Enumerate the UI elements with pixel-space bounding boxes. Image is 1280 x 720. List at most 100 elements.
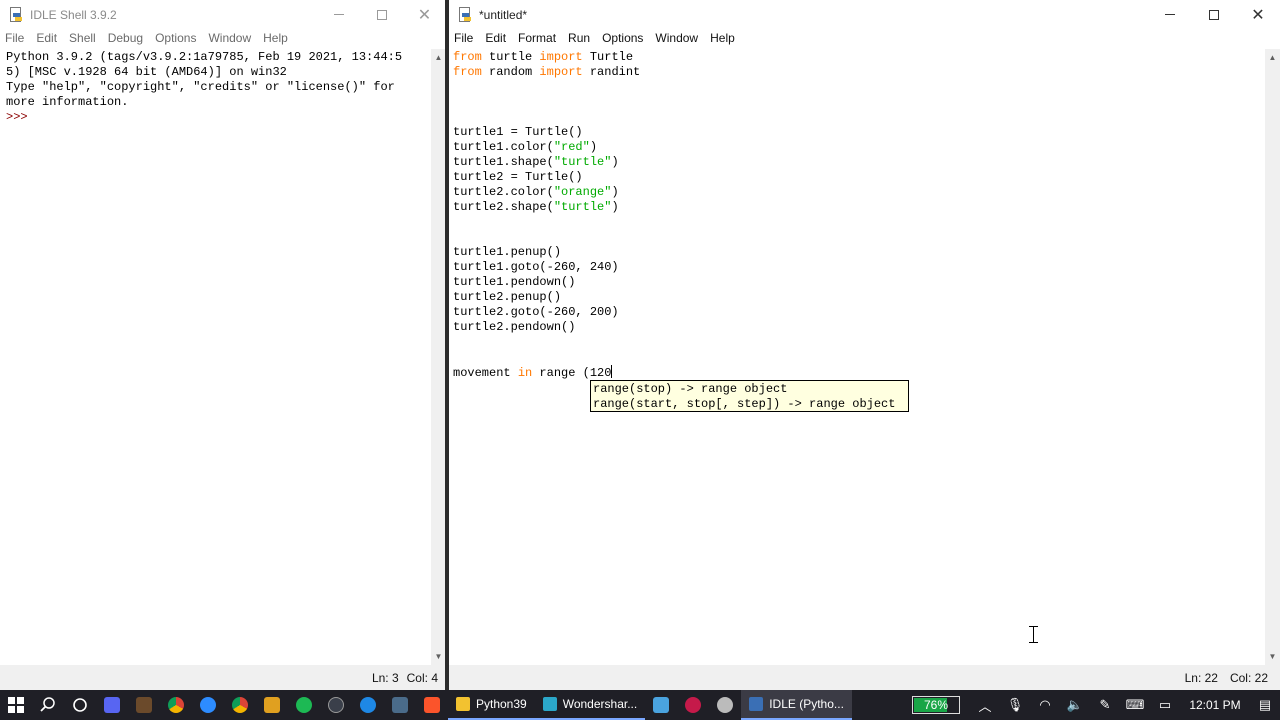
taskbar-app-spotify[interactable] [288, 690, 320, 720]
taskbar-app-blue[interactable] [352, 690, 384, 720]
shell-prompt: >>> [6, 110, 28, 124]
start-button[interactable] [0, 690, 32, 720]
code-text: turtle1.pendown() [453, 275, 576, 289]
windows-taskbar: Python39 Wondershar... IDLE (Pytho... 76… [0, 690, 1280, 720]
monitor-icon[interactable]: ▭ [1150, 697, 1180, 713]
editor-menu-format[interactable]: Format [512, 29, 562, 48]
notification-icon[interactable]: ▤ [1250, 697, 1280, 713]
code-line: turtle2.pendown() [453, 320, 1264, 335]
scroll-up-arrow-icon[interactable]: ▲ [1265, 49, 1280, 66]
taskbar-clock[interactable]: 12:01 PM [1180, 698, 1250, 712]
code-text: turtle2.pendown() [453, 320, 576, 334]
taskbar-task-python39[interactable]: Python39 [448, 690, 535, 720]
editor-minimize-button[interactable] [1148, 0, 1192, 29]
taskbar-app-raspberry[interactable] [677, 690, 709, 720]
battery-label: 76% [923, 698, 949, 712]
editor-line-number: Ln: 22 [1184, 670, 1218, 685]
editor-menu-file[interactable]: File [449, 29, 479, 48]
shell-menu-shell[interactable]: Shell [63, 29, 102, 48]
code-text: turtle2.goto(-260, 200) [453, 305, 619, 319]
scroll-down-arrow-icon[interactable]: ▼ [431, 648, 446, 665]
idle-app-icon [8, 6, 24, 23]
speaker-icon[interactable]: 🔈 [1060, 697, 1090, 713]
app-icon [360, 697, 376, 713]
chevron-up-icon[interactable]: ︿ [970, 696, 1000, 715]
minimize-icon [333, 14, 344, 15]
chrome-icon [232, 697, 248, 713]
taskbar-app-steam[interactable] [320, 690, 352, 720]
shell-line: more information. [6, 95, 129, 109]
search-button[interactable] [32, 690, 64, 720]
shell-vertical-scrollbar[interactable]: ▲ ▼ [431, 49, 446, 665]
shell-menu-window[interactable]: Window [202, 29, 257, 48]
code-text: random [481, 65, 540, 79]
code-text: turtle1.goto(-260, 240) [453, 260, 619, 274]
shell-text-area[interactable]: Python 3.9.2 (tags/v3.9.2:1a79785, Feb 1… [0, 49, 431, 665]
editor-menu-help[interactable]: Help [704, 29, 741, 48]
maximize-icon [1209, 9, 1219, 20]
editor-menu-window[interactable]: Window [649, 29, 704, 48]
taskbar-task-idle[interactable]: IDLE (Pytho... [741, 690, 852, 720]
shell-statusbar: Ln: 3 Col: 4 [0, 665, 446, 690]
microphone-icon[interactable]: 🎙 [1000, 697, 1030, 713]
editor-menu-run[interactable]: Run [562, 29, 596, 48]
taskbar-app-discord[interactable] [96, 690, 128, 720]
editor-close-button[interactable]: ✕ [1236, 0, 1280, 29]
paint-icon [264, 697, 280, 713]
code-text: turtle2.color( [453, 185, 554, 199]
editor-maximize-button[interactable] [1192, 0, 1236, 29]
code-text: turtle1 = Turtle() [453, 125, 583, 139]
shell-menubar: File Edit Shell Debug Options Window Hel… [0, 29, 446, 48]
scroll-up-arrow-icon[interactable]: ▲ [431, 49, 446, 66]
shell-menu-edit[interactable]: Edit [30, 29, 63, 48]
editor-menu-edit[interactable]: Edit [479, 29, 512, 48]
battery-indicator[interactable]: 76% [912, 696, 960, 714]
code-keyword: import [539, 65, 583, 79]
taskbar-app-paint[interactable] [256, 690, 288, 720]
shell-menu-options[interactable]: Options [149, 29, 202, 48]
scroll-down-arrow-icon[interactable]: ▼ [1265, 648, 1280, 665]
code-keyword: from [453, 50, 482, 64]
pen-icon[interactable]: ✎ [1090, 697, 1120, 713]
taskbar-app-zoom[interactable] [192, 690, 224, 720]
wifi-icon[interactable]: ◠ [1030, 697, 1060, 713]
code-text: range (120 [532, 366, 612, 380]
code-line: turtle1.color("red") [453, 140, 1264, 155]
shell-menu-file[interactable]: File [0, 29, 30, 48]
shell-maximize-button[interactable] [360, 0, 403, 29]
taskbar-app-chrome-3[interactable] [709, 690, 741, 720]
shell-close-button[interactable]: ✕ [403, 0, 446, 29]
code-line: turtle1.penup() [453, 245, 1264, 260]
code-line: turtle1.shape("turtle") [453, 155, 1264, 170]
shell-menu-debug[interactable]: Debug [102, 29, 149, 48]
shell-titlebar[interactable]: IDLE Shell 3.9.2 ✕ [0, 0, 446, 29]
notes-icon [392, 697, 408, 713]
editor-vertical-scrollbar[interactable]: ▲ ▼ [1265, 49, 1280, 665]
taskbar-app-gift[interactable] [645, 690, 677, 720]
taskbar-app-minecraft[interactable] [128, 690, 160, 720]
code-text: ) [611, 185, 619, 199]
maximize-icon [376, 9, 387, 20]
code-text: randint [582, 65, 641, 79]
editor-menu-options[interactable]: Options [596, 29, 649, 48]
editor-titlebar[interactable]: *untitled* ✕ [449, 0, 1280, 29]
taskbar-app-chrome-2[interactable] [224, 690, 256, 720]
shell-minimize-button[interactable] [317, 0, 360, 29]
taskbar-task-wondershare[interactable]: Wondershar... [534, 690, 646, 720]
folder-icon [456, 697, 470, 711]
taskbar-app-brave[interactable] [416, 690, 448, 720]
idle-app-icon [457, 6, 473, 23]
taskbar-app-chrome[interactable] [160, 690, 192, 720]
editor-code-area[interactable]: from turtle import Turtle from random imp… [449, 49, 1264, 665]
shell-menu-help[interactable]: Help [257, 29, 294, 48]
system-tray: 76% ︿ 🎙 ◠ 🔈 ✎ ⌨ ▭ 12:01 PM ▤ [912, 690, 1280, 720]
code-text: ) [611, 200, 619, 214]
shell-line: 5) [MSC v.1928 64 bit (AMD64)] on win32 [6, 65, 287, 79]
cortana-button[interactable] [64, 690, 96, 720]
steam-icon [328, 697, 344, 713]
keyboard-icon[interactable]: ⌨ [1120, 697, 1150, 713]
code-keyword: import [539, 50, 583, 64]
taskbar-app-notes[interactable] [384, 690, 416, 720]
